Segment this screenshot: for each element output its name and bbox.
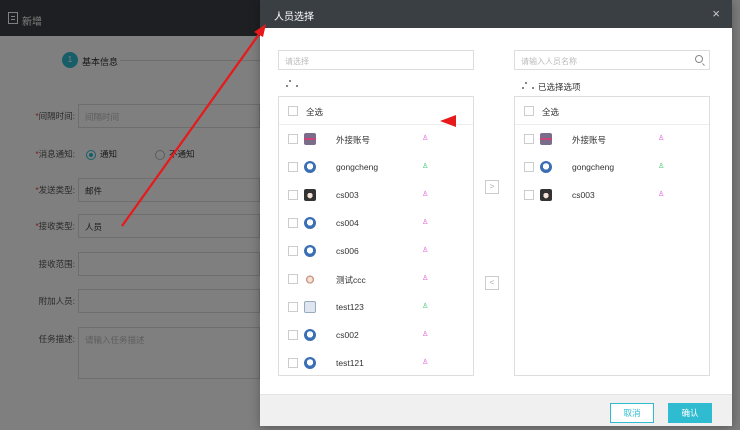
left-row-checkbox[interactable] (288, 330, 298, 340)
page-edge (732, 0, 740, 430)
left-select-all[interactable]: 全选 (279, 97, 473, 125)
right-select-all-checkbox[interactable] (524, 106, 534, 116)
modal-title: 人员选择 (274, 12, 314, 23)
user-status-icon: ♙ (422, 331, 429, 338)
avatar (304, 329, 316, 341)
search-icon[interactable] (695, 55, 703, 63)
left-row-name: cs006 (336, 246, 359, 256)
right-row-checkbox[interactable] (524, 162, 534, 172)
right-row-name: cs003 (572, 190, 595, 200)
user-status-icon: ♙ (422, 219, 429, 226)
left-row-checkbox[interactable] (288, 162, 298, 172)
left-row-name: cs002 (336, 330, 359, 340)
left-row-checkbox[interactable] (288, 274, 298, 284)
left-row[interactable]: cs006 ♙ (279, 237, 473, 265)
move-right-button[interactable]: > (485, 180, 499, 194)
left-row-name: test123 (336, 302, 364, 312)
left-select-all-label: 全选 (306, 107, 324, 117)
org-tree-icon[interactable] (286, 80, 298, 88)
right-select-all-label: 全选 (542, 107, 560, 117)
left-row-checkbox[interactable] (288, 246, 298, 256)
left-row-checkbox[interactable] (288, 218, 298, 228)
left-row[interactable]: 测试ccc ♙ (279, 265, 473, 293)
avatar (304, 245, 316, 257)
left-row-name: 测试ccc (336, 275, 366, 285)
avatar (540, 133, 552, 145)
right-rows: 外接账号 ♙ gongcheng ♙ cs003 ♙ (515, 125, 709, 209)
right-search-placeholder: 请输入人员名称 (521, 57, 577, 66)
avatar (304, 133, 316, 145)
left-row-name: gongcheng (336, 162, 379, 172)
user-status-icon: ♙ (422, 135, 429, 142)
user-status-icon: ♙ (422, 303, 429, 310)
left-search-input[interactable]: 请选择 (278, 50, 474, 70)
left-row-name: test121 (336, 358, 364, 368)
right-row-name: 外接账号 (572, 135, 607, 145)
avatar (304, 217, 316, 229)
right-row[interactable]: gongcheng ♙ (515, 153, 709, 181)
modal-footer: 取消 确认 (260, 394, 732, 426)
left-row[interactable]: 外接账号 ♙ (279, 125, 473, 153)
left-row-checkbox[interactable] (288, 302, 298, 312)
move-left-button[interactable]: < (485, 276, 499, 290)
avatar (304, 301, 316, 313)
close-icon[interactable]: × (712, 6, 720, 21)
modal-header: 人员选择 × (260, 0, 732, 28)
right-row[interactable]: 外接账号 ♙ (515, 125, 709, 153)
left-row-name: 外接账号 (336, 135, 371, 145)
left-row[interactable]: test123 ♙ (279, 293, 473, 321)
selected-tree-icon (522, 82, 534, 90)
user-status-icon: ♙ (422, 359, 429, 366)
right-select-all[interactable]: 全选 (515, 97, 709, 125)
left-row[interactable]: cs003 ♙ (279, 181, 473, 209)
people-select-modal: 人员选择 × 请选择 请输入人员名称 已选择选项 全选 外接账号 ♙ gongche… (260, 0, 732, 426)
left-list: 全选 外接账号 ♙ gongcheng ♙ cs003 ♙ cs004 ♙ cs006 ♙ 测试cc… (278, 96, 474, 376)
left-row-checkbox[interactable] (288, 358, 298, 368)
confirm-button[interactable]: 确认 (668, 403, 712, 423)
left-row-name: cs004 (336, 218, 359, 228)
left-select-all-checkbox[interactable] (288, 106, 298, 116)
left-row[interactable]: gongcheng ♙ (279, 153, 473, 181)
avatar (304, 357, 316, 369)
right-row-checkbox[interactable] (524, 190, 534, 200)
selected-options-label: 已选择选项 (538, 82, 581, 92)
left-row-checkbox[interactable] (288, 134, 298, 144)
left-row[interactable]: test121 ♙ (279, 349, 473, 375)
avatar (540, 161, 552, 173)
user-status-icon: ♙ (658, 135, 665, 142)
right-row-checkbox[interactable] (524, 134, 534, 144)
user-status-icon: ♙ (658, 191, 665, 198)
avatar (304, 189, 316, 201)
left-row-name: cs003 (336, 190, 359, 200)
right-list: 全选 外接账号 ♙ gongcheng ♙ cs003 ♙ (514, 96, 710, 376)
left-rows: 外接账号 ♙ gongcheng ♙ cs003 ♙ cs004 ♙ cs006 ♙ 测试ccc ♙ t… (279, 125, 473, 375)
avatar (540, 189, 552, 201)
user-status-icon: ♙ (422, 275, 429, 282)
right-row-name: gongcheng (572, 162, 615, 172)
user-status-icon: ♙ (422, 247, 429, 254)
right-search-input[interactable]: 请输入人员名称 (514, 50, 710, 70)
cancel-button[interactable]: 取消 (610, 403, 654, 423)
avatar (304, 161, 316, 173)
user-status-icon: ♙ (422, 191, 429, 198)
left-row[interactable]: cs002 ♙ (279, 321, 473, 349)
user-status-icon: ♙ (658, 163, 665, 170)
left-row[interactable]: cs004 ♙ (279, 209, 473, 237)
right-row[interactable]: cs003 ♙ (515, 181, 709, 209)
left-row-checkbox[interactable] (288, 190, 298, 200)
user-status-icon: ♙ (422, 163, 429, 170)
avatar (304, 273, 316, 285)
